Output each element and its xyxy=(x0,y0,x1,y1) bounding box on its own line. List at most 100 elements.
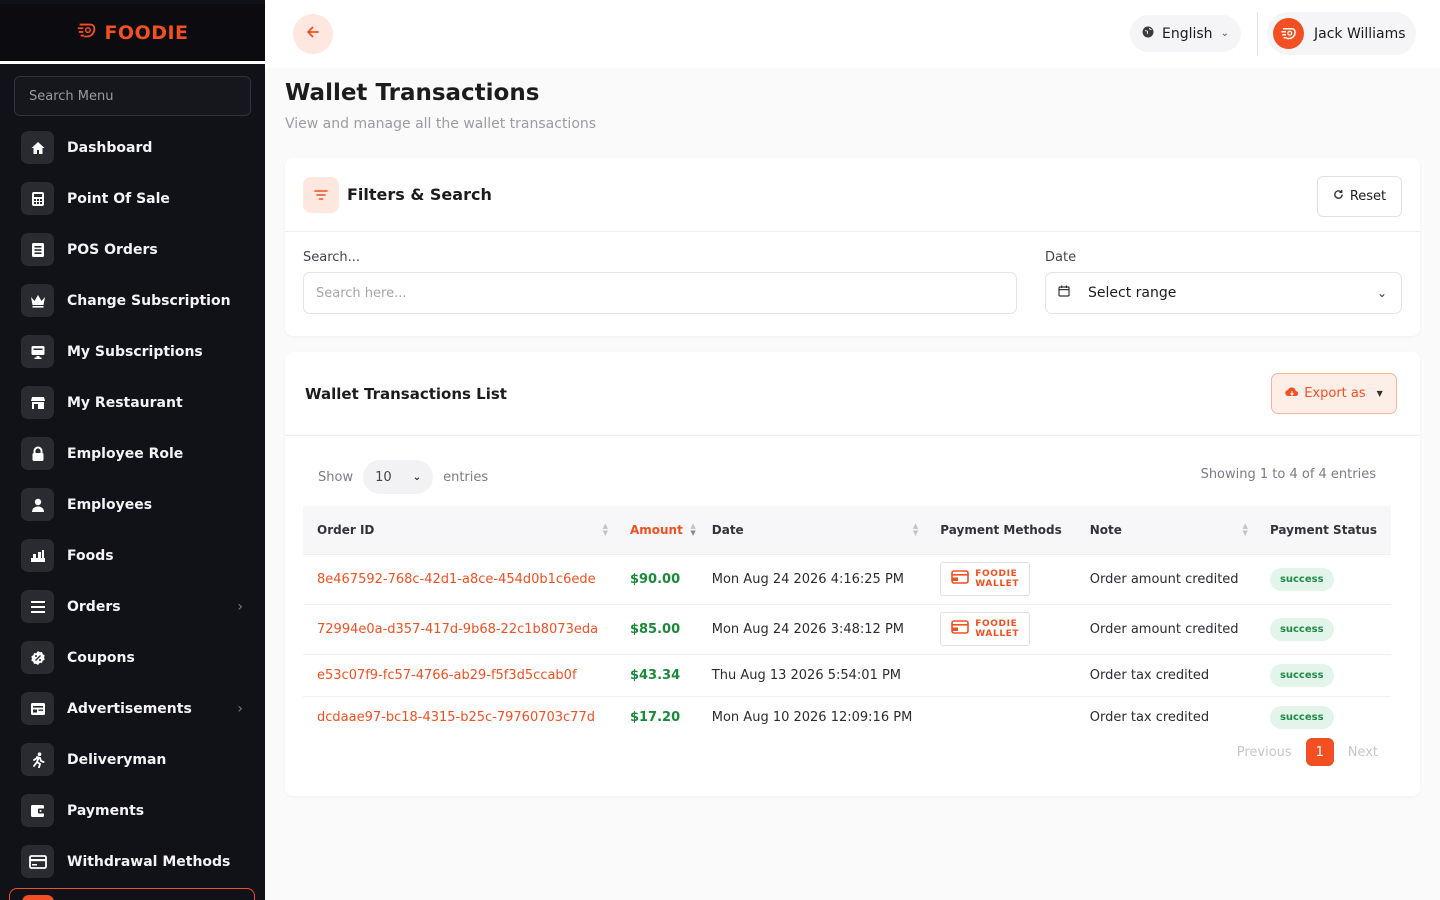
table-header-row: Order ID ▲ ▼ Amount ▲ ▼ Date ▲ ▼ Payment Metho… xyxy=(303,506,1391,554)
calculator-icon xyxy=(21,182,54,215)
topbar: English ⌄ Jack Williams xyxy=(265,0,1440,68)
sidebar-item-label: Dashboard xyxy=(67,139,153,156)
date-range-select[interactable]: Select range ⌄ xyxy=(1045,272,1402,314)
table-row: e53c07f9-fc57-4766-ab29-f5f3d5ccab0f $43… xyxy=(303,654,1391,696)
orders-icon xyxy=(21,590,54,623)
amount-cell: $90.00 xyxy=(629,571,681,587)
sidebar-item-active-partial[interactable] xyxy=(9,888,255,900)
language-selector[interactable]: English ⌄ xyxy=(1130,15,1241,52)
cloud-download-icon xyxy=(1285,386,1299,402)
reset-label: Reset xyxy=(1349,189,1387,204)
payment-method-cell xyxy=(926,654,1075,696)
column-header-note[interactable]: Note ▲ ▼ xyxy=(1076,506,1256,554)
order-id-link[interactable]: 8e467592-768c-42d1-a8ce-454d0b1c6ede xyxy=(303,554,616,604)
sidebar-item-foods[interactable]: Foods xyxy=(0,530,265,581)
brand-name: FOODIE xyxy=(104,21,189,44)
sidebar-item-label: Change Subscription xyxy=(67,292,231,309)
wallet-icon xyxy=(951,569,970,589)
avatar xyxy=(1273,18,1304,49)
payment-method-label: FOODIE WALLET xyxy=(975,619,1020,639)
sidebar-item-label: Orders xyxy=(67,598,121,615)
payment-method-label: FOODIE WALLET xyxy=(975,569,1020,589)
entries-select[interactable]: 10 ⌄ xyxy=(363,460,434,494)
brand-logo[interactable]: FOODIE xyxy=(0,4,265,64)
pagination-next[interactable]: Next xyxy=(1348,745,1378,760)
caret-down-icon: ▼ xyxy=(1376,389,1383,398)
foodie-wallet-badge: FOODIE WALLET xyxy=(940,562,1031,596)
export-button[interactable]: Export as ▼ xyxy=(1271,373,1397,414)
sidebar-search-input[interactable]: Search Menu xyxy=(14,76,251,116)
amount-cell: $85.00 xyxy=(629,621,681,637)
sidebar-item-deliveryman[interactable]: Deliveryman xyxy=(0,734,265,785)
column-header-payment-status: Payment Status xyxy=(1256,506,1391,554)
sidebar-item-point-of-sale[interactable]: Point Of Sale xyxy=(0,173,265,224)
sidebar-item-dashboard[interactable]: Dashboard xyxy=(0,122,265,173)
lock-icon xyxy=(21,437,54,470)
globe-icon xyxy=(1142,26,1154,42)
status-cell: success xyxy=(1256,696,1391,738)
date-cell: Mon Aug 24 2026 3:48:12 PM xyxy=(711,621,905,637)
sidebar-item-my-restaurant[interactable]: My Restaurant xyxy=(0,377,265,428)
sidebar-item-employees[interactable]: Employees xyxy=(0,479,265,530)
sidebar-search-placeholder: Search Menu xyxy=(29,88,114,104)
order-id-link[interactable]: dcdaae97-bc18-4315-b25c-79760703c77d xyxy=(303,696,616,738)
status-badge: success xyxy=(1269,705,1334,729)
sidebar-item-my-subscriptions[interactable]: My Subscriptions xyxy=(0,326,265,377)
order-id-link[interactable]: 72994e0a-d357-417d-9b68-22c1b8073eda xyxy=(303,604,616,654)
note-cell: Order tax credited xyxy=(1089,667,1210,683)
column-label: Note xyxy=(1089,522,1122,537)
payment-method-cell: FOODIE WALLET xyxy=(926,604,1075,654)
sidebar-item-label: Advertisements xyxy=(67,700,192,717)
sidebar-item-label: Point Of Sale xyxy=(67,190,170,207)
status-cell: success xyxy=(1256,554,1391,604)
active-item-icon xyxy=(22,895,54,900)
user-icon xyxy=(21,488,54,521)
order-id-link[interactable]: e53c07f9-fc57-4766-ab29-f5f3d5ccab0f xyxy=(303,654,616,696)
status-cell: success xyxy=(1256,604,1391,654)
chevron-down-icon: ⌄ xyxy=(1220,28,1229,39)
table-row: 8e467592-768c-42d1-a8ce-454d0b1c6ede $90… xyxy=(303,554,1391,604)
sidebar-item-orders[interactable]: Orders › xyxy=(0,581,265,632)
filter-icon xyxy=(303,177,339,213)
sort-icon: ▲ ▼ xyxy=(1242,521,1248,537)
chevron-down-icon: ⌄ xyxy=(1376,286,1387,300)
sidebar-item-payments[interactable]: Payments xyxy=(0,785,265,836)
chevron-down-icon: ⌄ xyxy=(412,471,422,483)
note-cell: Order amount credited xyxy=(1089,571,1239,587)
sidebar-nav: Dashboard Point Of Sale POS Orders Chang… xyxy=(0,122,265,887)
search-input[interactable]: Search here... xyxy=(303,272,1017,314)
sidebar-item-label: My Subscriptions xyxy=(67,343,203,360)
back-button[interactable] xyxy=(293,14,333,54)
sidebar-item-employee-role[interactable]: Employee Role xyxy=(0,428,265,479)
column-header-amount[interactable]: Amount ▲ ▼ xyxy=(616,506,698,554)
sidebar-item-change-subscription[interactable]: Change Subscription xyxy=(0,275,265,326)
pagination-previous[interactable]: Previous xyxy=(1237,745,1292,760)
date-cell: Mon Aug 24 2026 4:16:25 PM xyxy=(711,571,905,587)
ad-icon xyxy=(21,692,54,725)
monitor-icon xyxy=(21,335,54,368)
calendar-icon xyxy=(1058,285,1070,301)
column-header-date[interactable]: Date ▲ ▼ xyxy=(698,506,927,554)
sort-icon: ▲ ▼ xyxy=(690,521,696,537)
column-label: Order ID xyxy=(317,522,375,537)
reset-button[interactable]: Reset xyxy=(1317,176,1402,217)
pagination: Previous 1 Next xyxy=(1237,738,1378,766)
sidebar-item-label: POS Orders xyxy=(67,241,158,258)
foodie-wallet-badge: FOODIE WALLET xyxy=(940,612,1031,646)
wallet-icon xyxy=(21,794,54,827)
sidebar-item-withdrawal-methods[interactable]: Withdrawal Methods xyxy=(0,836,265,887)
column-header-order-id[interactable]: Order ID ▲ ▼ xyxy=(303,506,616,554)
sidebar-item-pos-orders[interactable]: POS Orders xyxy=(0,224,265,275)
sidebar-item-advertisements[interactable]: Advertisements › xyxy=(0,683,265,734)
transactions-card: Wallet Transactions List Export as ▼ Sho… xyxy=(285,352,1420,796)
transactions-title: Wallet Transactions List xyxy=(305,385,507,403)
filters-card: Filters & Search Reset Search... Search … xyxy=(285,158,1420,336)
pagination-page-1[interactable]: 1 xyxy=(1305,738,1334,766)
sidebar-item-coupons[interactable]: Coupons xyxy=(0,632,265,683)
payment-method-cell: FOODIE WALLET xyxy=(926,554,1075,604)
transactions-header: Wallet Transactions List Export as ▼ xyxy=(285,352,1420,436)
page-subtitle: View and manage all the wallet transacti… xyxy=(285,116,597,132)
showing-count: Showing 1 to 4 of 4 entries xyxy=(1200,467,1376,482)
user-menu[interactable]: Jack Williams xyxy=(1267,12,1416,55)
divider xyxy=(1257,12,1258,56)
